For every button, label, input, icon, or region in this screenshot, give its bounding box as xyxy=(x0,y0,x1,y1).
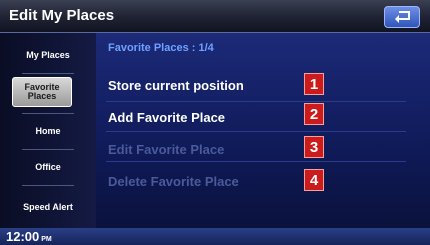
option-add-favorite-place[interactable]: Add Favorite Place xyxy=(108,110,225,125)
option-edit-favorite-place[interactable]: Edit Favorite Place xyxy=(108,142,224,157)
divider xyxy=(106,161,406,162)
sidebar-item-label: Favorite Places xyxy=(24,82,60,101)
clock: 12:00 PM xyxy=(6,229,52,244)
option-number-badge: 4 xyxy=(304,169,324,191)
sidebar-item-label: Speed Alert xyxy=(23,201,73,212)
screen: Edit My Places My Places Favorite Places… xyxy=(0,0,430,245)
status-bar: 12:00 PM xyxy=(0,228,430,245)
option-delete-favorite-place[interactable]: Delete Favorite Place xyxy=(108,174,239,189)
option-number-badge: 2 xyxy=(304,103,324,125)
clock-time: 12:00 xyxy=(6,229,40,244)
sidebar-item-home[interactable]: Home xyxy=(6,117,90,145)
side-menu: My Places Favorite Places Home Office Sp… xyxy=(0,33,96,228)
sidebar-item-label: Home xyxy=(35,125,61,136)
title-bar: Edit My Places xyxy=(0,0,430,33)
sidebar-item-my-places[interactable]: My Places xyxy=(6,41,90,69)
clock-ampm: PM xyxy=(41,236,52,243)
sidebar-item-favorite-places[interactable]: Favorite Places xyxy=(12,77,72,107)
page-title: Edit My Places xyxy=(9,7,115,24)
option-number-badge: 1 xyxy=(304,73,324,95)
sidebar-item-label: Office xyxy=(35,161,61,172)
sidebar-item-office[interactable]: Office xyxy=(6,153,90,181)
divider xyxy=(22,149,74,150)
sidebar-item-label: My Places xyxy=(26,49,70,60)
back-button[interactable] xyxy=(384,6,420,28)
back-arrow-icon xyxy=(395,11,410,23)
divider xyxy=(22,113,74,114)
option-store-current-position[interactable]: Store current position xyxy=(108,78,244,93)
main-panel: Favorite Places : 1/4 Store current posi… xyxy=(96,33,430,228)
option-number-badge: 3 xyxy=(304,136,324,158)
divider xyxy=(22,185,74,186)
sidebar-item-speed-alert[interactable]: Speed Alert xyxy=(6,193,90,221)
favorite-count-label: Favorite Places : 1/4 xyxy=(108,42,214,54)
divider xyxy=(106,131,406,132)
divider xyxy=(22,73,74,74)
divider xyxy=(106,101,406,102)
